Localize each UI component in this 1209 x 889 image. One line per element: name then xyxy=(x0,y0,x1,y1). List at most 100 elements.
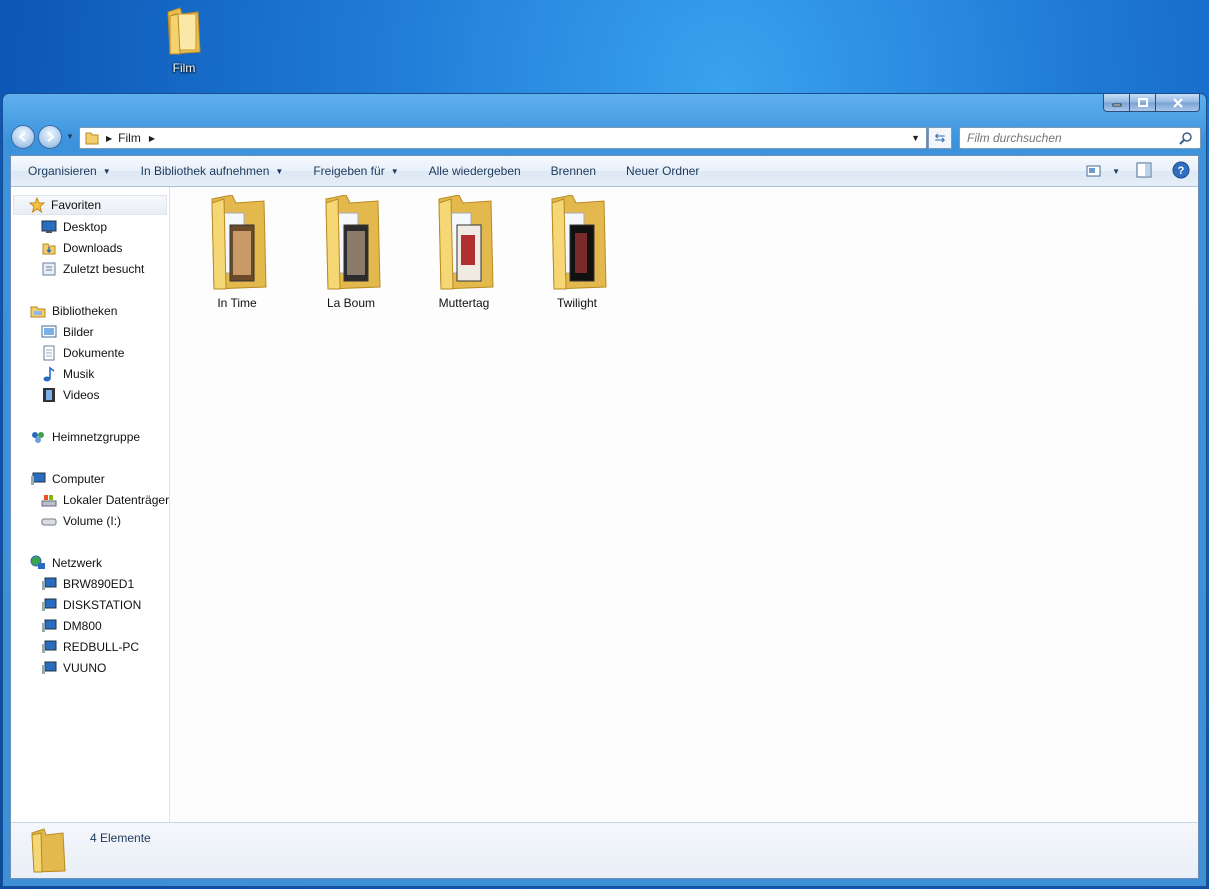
music-icon xyxy=(41,366,57,382)
maximize-button[interactable] xyxy=(1130,94,1156,112)
navigation-pane: Favoriten Desktop Downloads Zuletzt besu… xyxy=(11,187,170,823)
details-pane: 4 Elemente xyxy=(11,822,1198,878)
change-view-button[interactable]: ▼ xyxy=(1086,164,1120,178)
command-bar: Organisieren ▼ In Bibliothek aufnehmen ▼ F… xyxy=(11,156,1198,187)
play-all-label: Alle wiedergeben xyxy=(428,164,521,178)
folder-label: La Boum xyxy=(326,296,376,310)
sidebar-item-label: Heimnetzgruppe xyxy=(52,430,141,444)
star-icon xyxy=(29,197,45,213)
sidebar-item-music[interactable]: Musik xyxy=(41,364,94,384)
sidebar-item-label: BRW890ED1 xyxy=(63,577,135,591)
sidebar-item-volume[interactable]: Volume (I:) xyxy=(41,511,121,531)
sidebar-item-network-device[interactable]: REDBULL-PC xyxy=(41,637,139,657)
drive-icon xyxy=(41,513,57,529)
sidebar-item-documents[interactable]: Dokumente xyxy=(41,343,124,363)
sidebar-item-label: Computer xyxy=(52,472,105,486)
organize-label: Organisieren xyxy=(28,164,97,178)
breadcrumb-chevron-icon[interactable]: ▶ xyxy=(149,134,155,143)
desktop-icon-label: Film xyxy=(172,61,196,75)
folder-with-pictures-icon xyxy=(551,194,607,290)
preview-pane-button[interactable] xyxy=(1136,162,1152,181)
close-button[interactable] xyxy=(1156,94,1200,112)
recent-pages-dropdown[interactable]: ▼ xyxy=(66,132,74,141)
organize-button[interactable]: Organisieren ▼ xyxy=(11,164,126,178)
sidebar-item-homegroup[interactable]: Heimnetzgruppe xyxy=(30,427,140,447)
search-input[interactable] xyxy=(965,130,1179,146)
address-dropdown-icon[interactable]: ▼ xyxy=(911,128,920,148)
chevron-down-icon: ▼ xyxy=(102,166,111,176)
share-label: Freigeben für xyxy=(313,164,385,178)
network-computer-icon xyxy=(41,618,57,634)
folder-icon xyxy=(31,828,66,873)
play-all-button[interactable]: Alle wiedergeben xyxy=(414,164,536,178)
sidebar-item-desktop[interactable]: Desktop xyxy=(41,217,107,237)
back-button[interactable] xyxy=(11,125,35,149)
share-button[interactable]: Freigeben für ▼ xyxy=(298,164,413,178)
sidebar-item-label: Bibliotheken xyxy=(52,304,118,318)
sidebar-item-network[interactable]: Netzwerk xyxy=(30,553,102,573)
sidebar-item-label: Netzwerk xyxy=(52,556,103,570)
network-computer-icon xyxy=(41,660,57,676)
forward-button[interactable] xyxy=(38,125,62,149)
sidebar-item-videos[interactable]: Videos xyxy=(41,385,99,405)
folder-with-pictures-icon xyxy=(325,194,381,290)
folder-item[interactable]: La Boum xyxy=(305,194,397,310)
view-controls: ▼ ? xyxy=(1086,156,1198,186)
search-box[interactable] xyxy=(959,127,1201,149)
sidebar-item-computer[interactable]: Computer xyxy=(30,469,105,489)
chevron-down-icon: ▼ xyxy=(275,166,284,176)
item-count: 4 Elemente xyxy=(90,831,151,845)
new-folder-button[interactable]: Neuer Ordner xyxy=(611,164,714,178)
folder-item[interactable]: In Time xyxy=(191,194,283,310)
maximize-icon xyxy=(1137,98,1148,107)
sidebar-item-label: Bilder xyxy=(63,325,94,339)
search-icon xyxy=(1179,132,1192,145)
sidebar-item-label: Dokumente xyxy=(63,346,125,360)
sidebar-item-label: Musik xyxy=(63,367,95,381)
pictures-icon xyxy=(41,324,57,340)
sidebar-item-downloads[interactable]: Downloads xyxy=(41,238,122,258)
refresh-icon: ⇆ xyxy=(934,130,946,145)
sidebar-item-favorites[interactable]: Favoriten xyxy=(13,195,167,215)
breadcrumb[interactable]: Film xyxy=(118,131,141,145)
refresh-button[interactable]: ⇆ xyxy=(928,127,952,149)
sidebar-item-recent[interactable]: Zuletzt besucht xyxy=(41,259,144,279)
folder-with-pictures-icon xyxy=(211,194,267,290)
minimize-icon xyxy=(1112,103,1121,106)
sidebar-item-label: Downloads xyxy=(63,241,123,255)
help-button[interactable]: ? xyxy=(1172,161,1190,182)
caption-buttons xyxy=(1103,94,1200,113)
desktop-icon xyxy=(41,219,57,235)
sidebar-item-libraries[interactable]: Bibliotheken xyxy=(30,301,117,321)
close-icon xyxy=(1172,97,1183,108)
sidebar-item-label: Volume (I:) xyxy=(63,514,122,528)
sidebar-item-pictures[interactable]: Bilder xyxy=(41,322,94,342)
address-bar[interactable]: ▶ Film ▶ ▼ xyxy=(79,127,927,149)
desktop-folder-film[interactable]: Film xyxy=(158,6,210,75)
sidebar-item-network-device[interactable]: VUUNO xyxy=(41,658,106,678)
homegroup-icon xyxy=(30,429,46,445)
sidebar-item-network-device[interactable]: DISKSTATION xyxy=(41,595,141,615)
network-computer-icon xyxy=(41,597,57,613)
explorer-window: ▼ ▶ Film ▶ ▼ ⇆ Organisieren ▼ In Biblioth… xyxy=(2,93,1207,887)
folder-item[interactable]: Muttertag xyxy=(418,194,510,310)
folder-icon xyxy=(85,132,99,145)
folder-icon xyxy=(167,7,201,55)
sidebar-item-network-device[interactable]: BRW890ED1 xyxy=(41,574,134,594)
sidebar-item-label: REDBULL-PC xyxy=(63,640,140,654)
minimize-button[interactable] xyxy=(1103,94,1130,112)
arrow-left-icon xyxy=(18,132,26,142)
explorer-body: Organisieren ▼ In Bibliothek aufnehmen ▼ F… xyxy=(10,155,1199,879)
include-library-button[interactable]: In Bibliothek aufnehmen ▼ xyxy=(126,164,299,178)
chevron-down-icon: ▼ xyxy=(390,166,399,176)
sidebar-item-network-device[interactable]: DM800 xyxy=(41,616,102,636)
folder-item[interactable]: Twilight xyxy=(531,194,623,310)
sidebar-item-local-disk[interactable]: Lokaler Datenträger xyxy=(41,490,169,510)
breadcrumb-chevron-icon[interactable]: ▶ xyxy=(106,134,112,143)
preview-pane-icon xyxy=(1136,162,1152,177)
burn-label: Brennen xyxy=(550,164,597,178)
burn-button[interactable]: Brennen xyxy=(536,164,611,178)
network-icon xyxy=(30,555,46,571)
svg-text:?: ? xyxy=(1178,165,1185,177)
libraries-icon xyxy=(30,303,46,319)
